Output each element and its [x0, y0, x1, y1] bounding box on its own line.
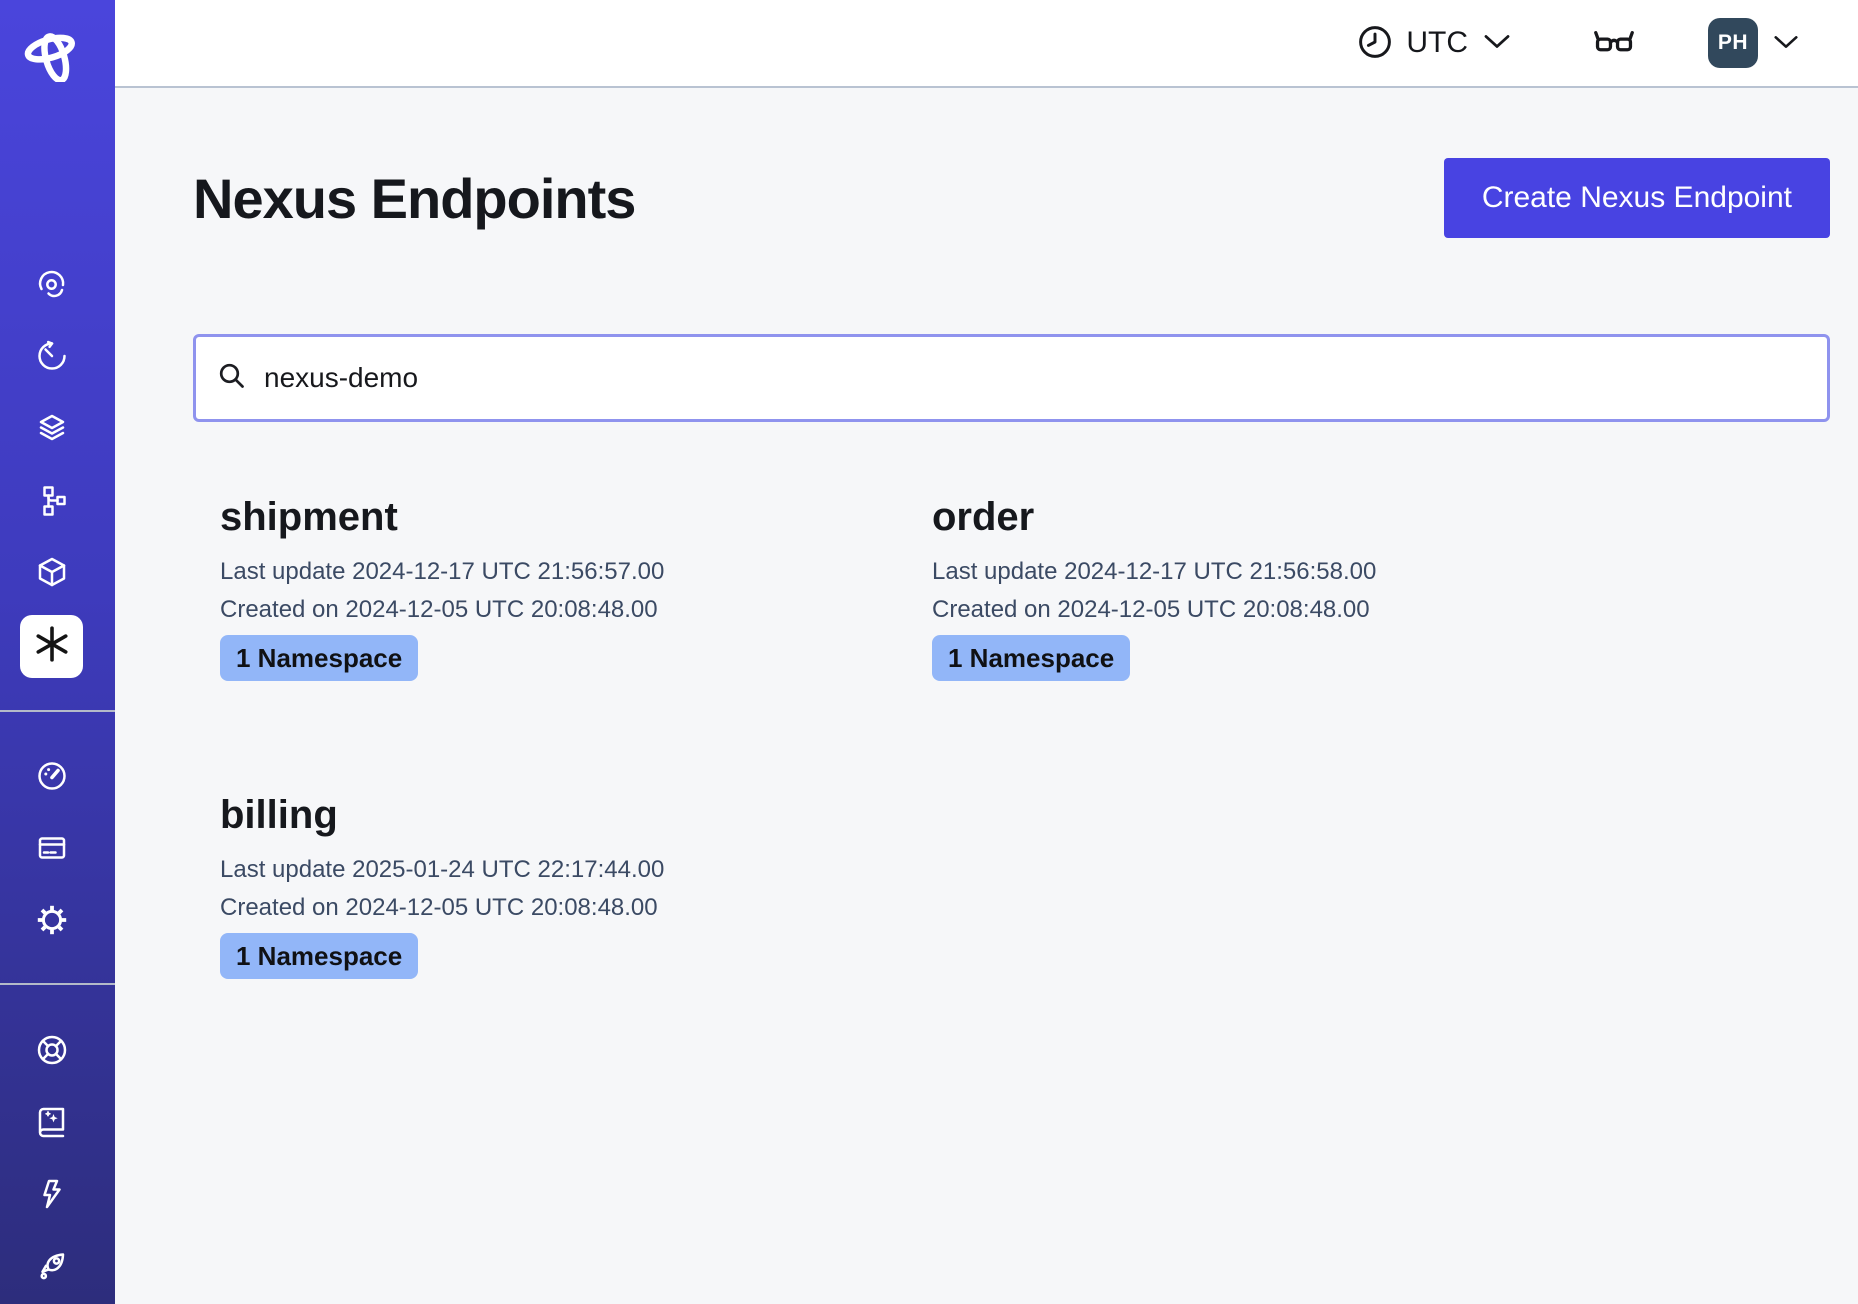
theme-toggle-button[interactable]: [1594, 25, 1634, 61]
main-area: UTC PH: [115, 0, 1858, 1304]
search-icon: [216, 360, 248, 397]
timezone-picker[interactable]: UTC: [1357, 24, 1512, 63]
docs-book-icon: [36, 1106, 68, 1143]
clock-icon: [1357, 24, 1393, 63]
workflows-spiral-icon: [36, 268, 68, 305]
page-title: Nexus Endpoints: [193, 166, 635, 231]
sidebar-item-billing[interactable]: [0, 814, 103, 886]
sidebar-item-settings[interactable]: [0, 886, 103, 958]
endpoint-created-on: Created on 2024-12-05 UTC 20:08:48.00: [220, 591, 932, 629]
endpoint-card-order[interactable]: order Last update 2024-12-17 UTC 21:56:5…: [932, 495, 1644, 681]
getting-started-rocket-icon: [36, 1250, 68, 1287]
support-lifebuoy-icon: [36, 1034, 68, 1071]
namespace-count-badge: 1 Namespace: [220, 933, 418, 979]
sidebar-item-workflows[interactable]: [0, 250, 103, 322]
sidebar-item-feedback[interactable]: [0, 1160, 103, 1232]
page-header-row: Nexus Endpoints Create Nexus Endpoint: [193, 158, 1830, 238]
feedback-lightning-icon: [36, 1178, 68, 1215]
sidebar-item-support[interactable]: [0, 1016, 103, 1088]
endpoint-name: order: [932, 495, 1644, 539]
endpoint-search: [193, 334, 1830, 422]
temporal-logo[interactable]: [0, 28, 115, 80]
endpoint-last-update: Last update 2025-01-24 UTC 22:17:44.00: [220, 851, 932, 889]
sidebar-footer-nav: [0, 1016, 115, 1304]
batch-cube-icon: [36, 556, 68, 593]
endpoint-name: billing: [220, 793, 932, 837]
active-item-highlight: [20, 615, 83, 678]
top-header: UTC PH: [115, 0, 1858, 88]
sidebar: [0, 0, 115, 1304]
sidebar-primary-nav: [0, 250, 115, 682]
chevron-down-icon: [1482, 33, 1512, 53]
endpoint-card-grid: shipment Last update 2024-12-17 UTC 21:5…: [193, 495, 1830, 979]
glasses-icon: [1594, 25, 1634, 61]
app-root: UTC PH: [0, 0, 1858, 1304]
sidebar-item-docs[interactable]: [0, 1088, 103, 1160]
nexus-asterisk-icon: [33, 625, 71, 668]
endpoint-created-on: Created on 2024-12-05 UTC 20:08:48.00: [932, 591, 1644, 629]
sidebar-item-schedules[interactable]: [0, 322, 103, 394]
search-input[interactable]: [262, 361, 1807, 395]
chevron-down-icon: [1772, 34, 1800, 53]
sidebar-divider: [0, 710, 115, 712]
namespace-count-badge: 1 Namespace: [932, 635, 1130, 681]
endpoint-card-billing[interactable]: billing Last update 2025-01-24 UTC 22:17…: [220, 793, 932, 979]
endpoint-last-update: Last update 2024-12-17 UTC 21:56:57.00: [220, 553, 932, 591]
sidebar-item-relationships[interactable]: [0, 466, 103, 538]
endpoint-created-on: Created on 2024-12-05 UTC 20:08:48.00: [220, 889, 932, 927]
stack-layers-icon: [36, 412, 68, 449]
sidebar-item-getting-started[interactable]: [0, 1232, 103, 1304]
schedules-timer-icon: [36, 340, 68, 377]
sidebar-item-stack[interactable]: [0, 394, 103, 466]
create-nexus-endpoint-button[interactable]: Create Nexus Endpoint: [1444, 158, 1830, 238]
avatar: PH: [1708, 18, 1758, 68]
usage-gauge-icon: [36, 760, 68, 797]
endpoint-card-shipment[interactable]: shipment Last update 2024-12-17 UTC 21:5…: [220, 495, 932, 681]
billing-card-icon: [36, 832, 68, 869]
sidebar-secondary-nav: [0, 742, 115, 958]
sidebar-divider: [0, 983, 115, 985]
sidebar-item-batch[interactable]: [0, 538, 103, 610]
endpoint-name: shipment: [220, 495, 932, 539]
timezone-label: UTC: [1406, 26, 1468, 60]
page-content: Nexus Endpoints Create Nexus Endpoint sh…: [115, 88, 1858, 1304]
sidebar-item-nexus-active[interactable]: [0, 610, 103, 682]
settings-gear-icon: [36, 904, 68, 941]
endpoint-last-update: Last update 2024-12-17 UTC 21:56:58.00: [932, 553, 1644, 591]
sidebar-item-usage[interactable]: [0, 742, 103, 814]
namespace-count-badge: 1 Namespace: [220, 635, 418, 681]
user-menu[interactable]: PH: [1708, 18, 1800, 68]
relationships-tree-icon: [36, 484, 68, 521]
